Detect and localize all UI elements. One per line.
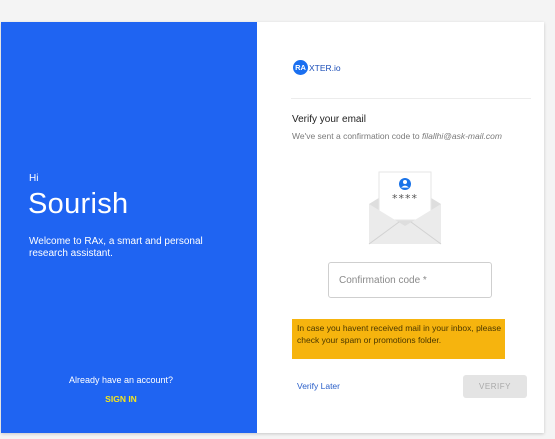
logo-badge: RA [293,60,308,75]
envelope-code: **** [392,192,418,205]
raxter-logo: RA XTER.io [293,60,341,75]
header-divider [291,98,531,99]
user-avatar-icon [399,178,411,190]
greeting: Hi [29,173,39,184]
confirmation-code-input[interactable] [328,262,492,298]
page-title: Verify your email [292,114,366,125]
confirmation-message: We've sent a confirmation code to filall… [292,130,517,143]
welcome-panel: Hi Sourish Welcome to RAx, a smart and p… [1,22,257,433]
verify-button[interactable]: VERIFY [463,375,527,398]
logo-text: XTER.io [309,62,341,73]
verify-later-link[interactable]: Verify Later [297,381,340,391]
sign-in-link[interactable]: SIGN IN [1,394,241,404]
envelope-icon: **** [368,171,442,245]
welcome-text: Welcome to RAx, a smart and personal res… [29,236,203,259]
user-name: Sourish [28,188,129,220]
confirmation-message-prefix: We've sent a confirmation code to [292,131,422,141]
spam-notice: In case you havent received mail in your… [292,319,505,359]
have-account-text: Already have an account? [68,375,174,385]
verify-panel: RA XTER.io Verify your email We've sent … [257,22,544,433]
signup-card: Hi Sourish Welcome to RAx, a smart and p… [1,22,544,433]
recipient-email: filallhi@ask-mail.com [421,131,502,141]
